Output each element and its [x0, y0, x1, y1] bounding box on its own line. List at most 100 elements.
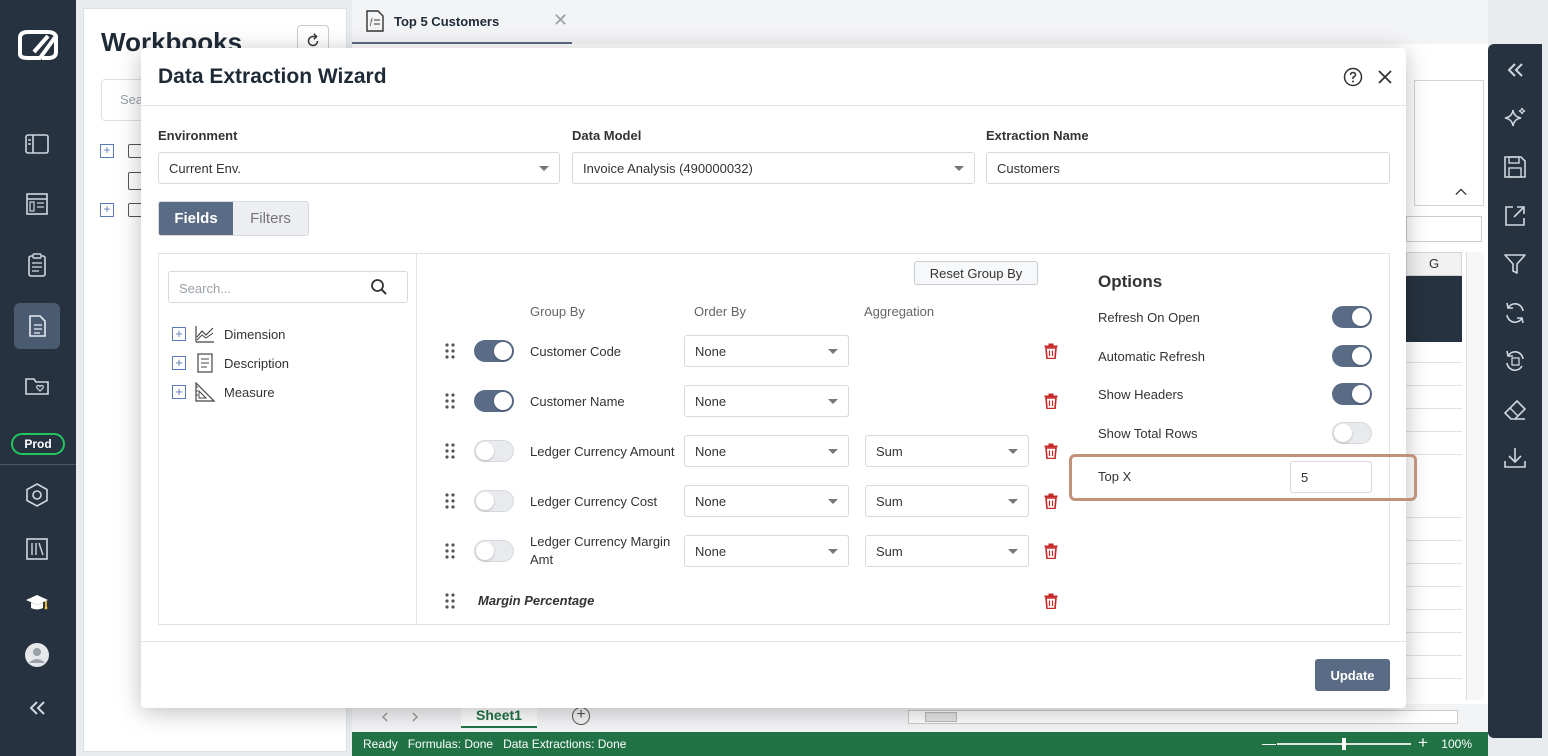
aggregation-select[interactable]: Sum — [865, 435, 1029, 467]
environment-select[interactable]: Current Env. — [158, 152, 560, 184]
drag-handle-icon[interactable] — [444, 442, 456, 460]
option-toggle[interactable] — [1332, 306, 1372, 328]
option-toggle[interactable] — [1332, 345, 1372, 367]
download-icon[interactable] — [1501, 444, 1529, 472]
group-by-toggle[interactable] — [474, 540, 514, 562]
clipboard-icon[interactable] — [14, 242, 60, 288]
user-avatar-icon[interactable] — [14, 632, 60, 678]
aggregation-select[interactable]: Sum — [865, 535, 1029, 567]
favorite-folder-icon[interactable] — [14, 363, 60, 409]
help-icon[interactable] — [1343, 67, 1363, 87]
scroll-thumb[interactable] — [925, 712, 957, 722]
chevron-down-icon — [828, 399, 838, 404]
order-by-select[interactable]: None — [684, 435, 849, 467]
option-label: Automatic Refresh — [1098, 349, 1205, 364]
horizontal-scrollbar[interactable] — [908, 710, 1458, 724]
expand-icon[interactable]: + — [100, 203, 114, 217]
tab-fields[interactable]: Fields — [159, 202, 233, 235]
expand-panel-icon[interactable] — [1501, 56, 1529, 84]
close-icon[interactable] — [1375, 67, 1395, 87]
chevron-down-icon — [828, 449, 838, 454]
order-by-select[interactable]: None — [684, 385, 849, 417]
settings-hexagon-icon[interactable] — [14, 472, 60, 518]
table-header-cell[interactable] — [1406, 276, 1462, 342]
tree-item-measure[interactable]: + Measure — [172, 382, 275, 402]
grid-line — [1406, 385, 1462, 386]
zoom-out-icon[interactable]: — — [1262, 735, 1276, 751]
eraser-icon[interactable] — [1501, 396, 1529, 424]
drag-handle-icon[interactable] — [444, 542, 456, 560]
scroll-left-icon[interactable] — [380, 712, 390, 722]
graduation-cap-icon[interactable] — [14, 580, 60, 626]
order-by-select[interactable]: None — [684, 485, 849, 517]
reset-group-by-button[interactable]: Reset Group By — [914, 261, 1038, 285]
top-x-input[interactable]: 5 — [1290, 461, 1372, 493]
aggregation-value: Sum — [876, 544, 903, 559]
toggle-knob — [1352, 308, 1370, 326]
group-by-toggle[interactable] — [474, 440, 514, 462]
search-icon[interactable] — [370, 278, 388, 296]
tree-item-dimension[interactable]: + Dimension — [172, 324, 285, 344]
update-button[interactable]: Update — [1315, 659, 1390, 691]
extraction-name-input[interactable]: Customers — [986, 152, 1390, 184]
scroll-right-icon[interactable] — [410, 712, 420, 722]
add-sheet-icon[interactable]: + — [572, 707, 590, 725]
formula-bar[interactable] — [1406, 216, 1482, 242]
export-icon[interactable] — [1501, 202, 1529, 230]
group-by-toggle[interactable] — [474, 390, 514, 412]
tree-item-label: Dimension — [224, 326, 286, 342]
data-model-select[interactable]: Invoice Analysis (490000032) — [572, 152, 975, 184]
workbook-file-icon[interactable] — [128, 172, 142, 190]
column-header-g[interactable]: G — [1406, 252, 1462, 276]
drag-handle-icon[interactable] — [444, 592, 456, 610]
dashboard-icon[interactable] — [14, 181, 60, 227]
collapse-nav-icon[interactable] — [14, 685, 60, 731]
sync-icon[interactable] — [1501, 299, 1529, 327]
delete-icon[interactable] — [1044, 443, 1058, 459]
drag-handle-icon[interactable] — [444, 492, 456, 510]
group-by-toggle[interactable] — [474, 340, 514, 362]
grid-line — [1406, 586, 1462, 587]
tab-top-5-customers[interactable]: f Top 5 Customers — [352, 0, 572, 44]
panel-icon[interactable] — [14, 121, 60, 167]
delete-icon[interactable] — [1044, 393, 1058, 409]
order-by-select[interactable]: None — [684, 335, 849, 367]
order-by-select[interactable]: None — [684, 535, 849, 567]
close-tab-icon[interactable]: ✕ — [553, 10, 568, 31]
save-icon[interactable] — [1501, 153, 1529, 181]
vertical-scrollbar[interactable] — [1466, 252, 1484, 700]
option-label: Show Headers — [1098, 387, 1184, 402]
group-by-toggle[interactable] — [474, 490, 514, 512]
expand-icon[interactable]: + — [100, 144, 114, 158]
chevron-up-icon[interactable] — [1455, 187, 1467, 197]
option-toggle[interactable] — [1332, 383, 1372, 405]
tab-filters[interactable]: Filters — [233, 202, 308, 235]
filter-icon[interactable] — [1501, 250, 1529, 278]
delete-icon[interactable] — [1044, 593, 1058, 609]
order-by-value: None — [695, 394, 727, 409]
expand-icon[interactable]: + — [172, 327, 186, 341]
workbook-nav-icon[interactable] — [14, 303, 60, 349]
drag-handle-icon[interactable] — [444, 392, 456, 410]
zoom-in-icon[interactable]: + — [1418, 733, 1428, 753]
ai-sparkle-icon[interactable] — [1501, 105, 1529, 133]
environment-label: Environment — [158, 128, 238, 143]
toggle-knob — [494, 342, 512, 360]
option-toggle[interactable] — [1332, 422, 1372, 444]
drag-handle-icon[interactable] — [444, 342, 456, 360]
tree-item-description[interactable]: + Description — [172, 353, 289, 373]
delete-icon[interactable] — [1044, 543, 1058, 559]
aggregation-select[interactable]: Sum — [865, 485, 1029, 517]
refresh-all-icon[interactable] — [1501, 347, 1529, 375]
expand-icon[interactable]: + — [172, 385, 186, 399]
expand-icon[interactable]: + — [172, 356, 186, 370]
environment-badge[interactable]: Prod — [11, 433, 65, 455]
delete-icon[interactable] — [1044, 493, 1058, 509]
sheet-tabs-bar: Sheet1 + — [352, 704, 1488, 732]
zoom-thumb[interactable] — [1342, 738, 1346, 750]
grid-line — [1406, 540, 1462, 541]
app-logo-icon[interactable] — [14, 24, 62, 64]
library-icon[interactable] — [14, 526, 60, 572]
delete-icon[interactable] — [1044, 343, 1058, 359]
tree-item-label: Measure — [224, 384, 275, 400]
